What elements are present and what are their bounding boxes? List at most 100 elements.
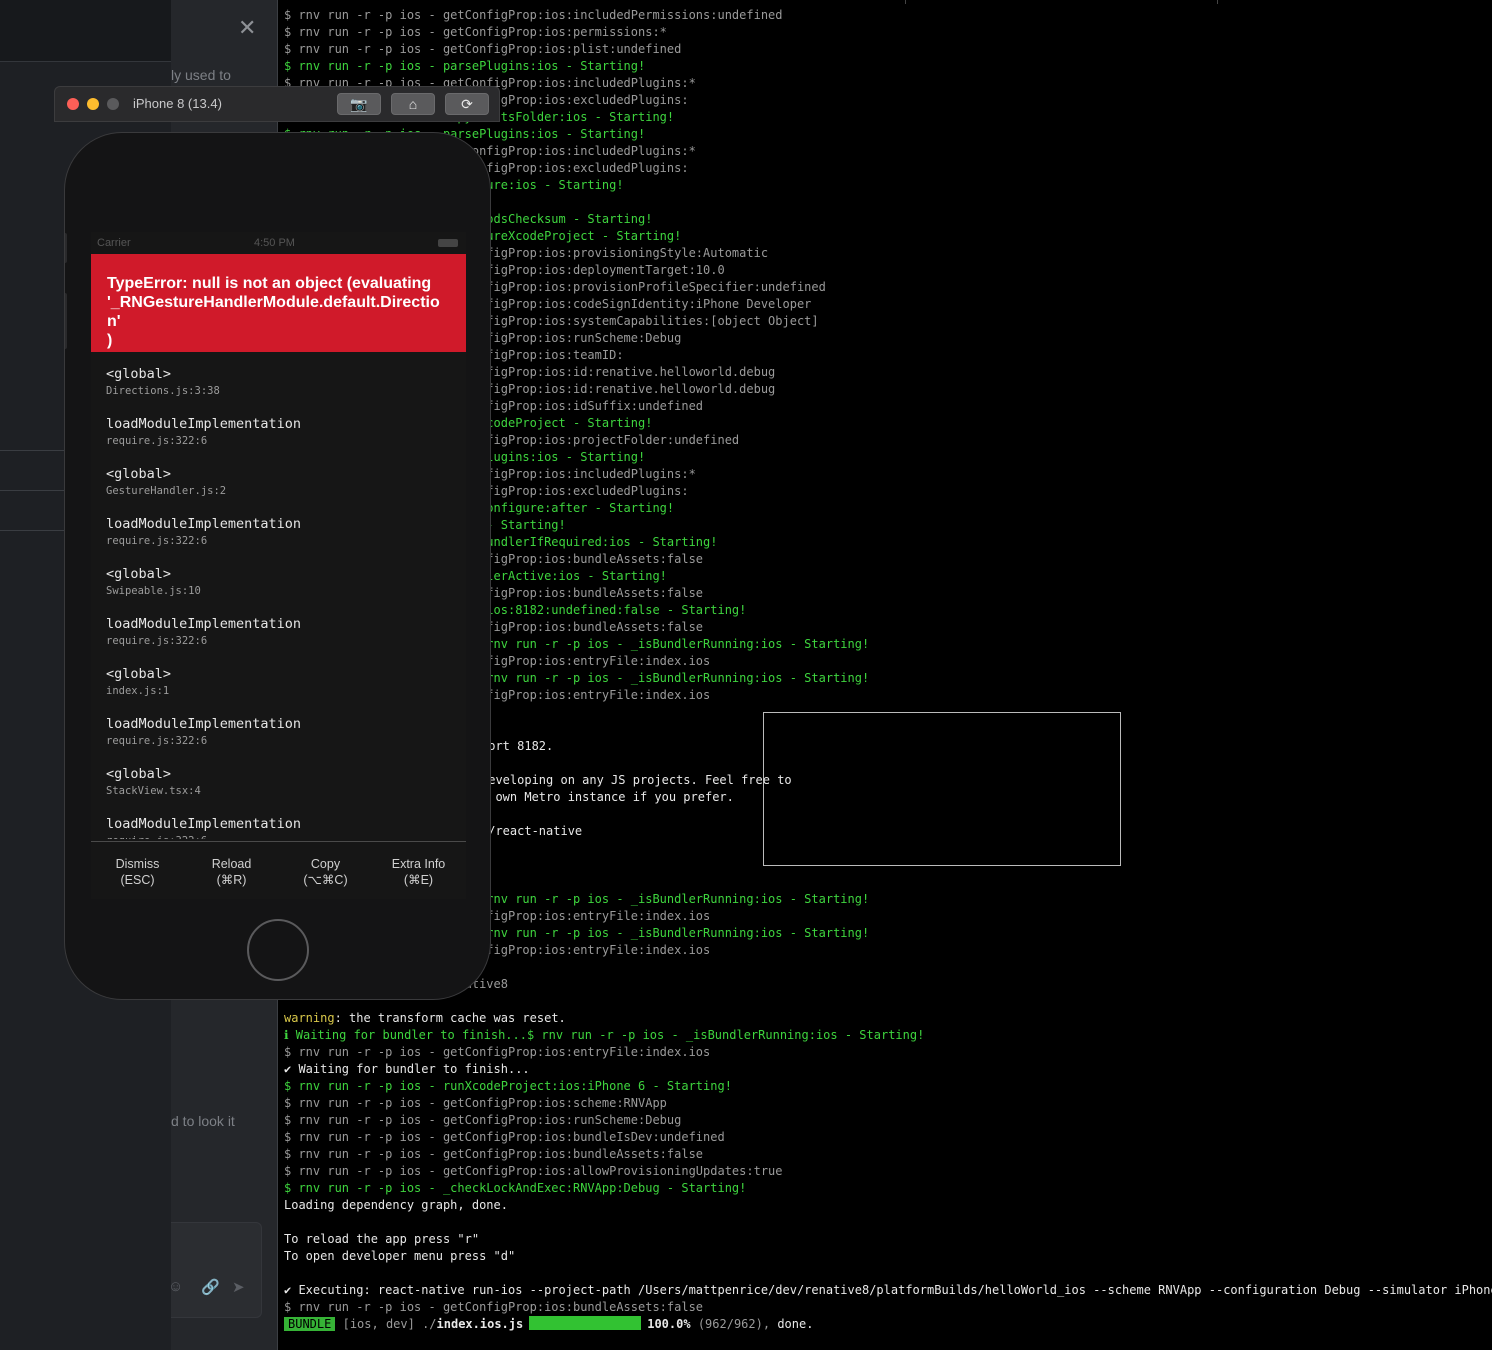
frame-method: <global> <box>106 366 172 382</box>
close-icon[interactable]: ✕ <box>238 16 256 40</box>
warning-prefix: warning <box>284 1011 335 1025</box>
bundle-path-prefix: ./ <box>422 1317 437 1331</box>
frame-file: require.js:322:6 <box>106 535 208 547</box>
stack-frame[interactable]: loadModuleImplementation require.js:322:6 <box>106 416 301 449</box>
terminal-line: port 8182. <box>481 739 554 753</box>
frame-method: loadModuleImplementation <box>106 616 302 632</box>
status-bar: Carrier 4:50 PM <box>91 232 466 254</box>
terminal-line: To open developer menu press "d" <box>284 1249 516 1263</box>
terminal-line: $ rnv run -r -p ios - _checkLockAndExec:… <box>284 1181 747 1195</box>
frame-file: require.js:322:6 <box>106 735 208 747</box>
frame-file: require.js:322:6 <box>106 834 301 839</box>
terminal-line: developing on any JS projects. Feel free… <box>481 773 792 787</box>
stack-frame[interactable]: <global> Swipeable.js:10 <box>106 566 201 599</box>
action-shortcut: (⌘E) <box>403 873 434 887</box>
action-label: Reload <box>211 857 252 871</box>
stack-frame[interactable]: <global> GestureHandler.js:2 <box>106 466 226 499</box>
bundle-file: index.ios.js <box>436 1317 524 1331</box>
frame-method: <global> <box>106 466 172 482</box>
terminal-line: Loading dependency graph, done. <box>284 1198 508 1212</box>
redbox-actions: Dismiss (ESC) Reload (⌘R) Copy (⌥⌘C) Extra … <box>91 841 466 899</box>
stack-frame[interactable]: loadModuleImplementation require.js:322:6 <box>106 716 301 749</box>
bundle-percent: 100.0% <box>647 1317 691 1331</box>
bundle-badge: BUNDLE <box>284 1317 336 1331</box>
screenshot-button[interactable]: 📷 <box>337 93 381 115</box>
iphone-device: Carrier 4:50 PM TypeError: null is not a… <box>64 132 491 1000</box>
stack-frame[interactable]: <global> StackView.tsx:4 <box>106 766 201 799</box>
reload-button[interactable]: Reload (⌘R) <box>185 856 278 888</box>
frame-file: Directions.js:3:38 <box>106 385 220 397</box>
metro-info-box <box>763 712 1121 866</box>
simulator-title: iPhone 8 (13.4) <box>133 96 222 111</box>
stack-frame[interactable]: <global> Directions.js:3:38 <box>106 366 220 399</box>
terminal-line: To reload the app press "r" <box>284 1232 480 1246</box>
device-screen[interactable]: Carrier 4:50 PM TypeError: null is not a… <box>91 232 466 899</box>
stack-frame[interactable]: loadModuleImplementation require.js:322:6 <box>106 516 301 549</box>
copy-button[interactable]: Copy (⌥⌘C) <box>279 856 372 888</box>
bundle-counts: (962/962), <box>697 1317 771 1331</box>
terminal-line: $ rnv run -r -p ios - getConfigProp:ios:… <box>284 1147 704 1161</box>
zoom-window-button[interactable] <box>107 98 119 110</box>
chat-topbar <box>0 0 171 62</box>
bundle-platform: [ios, dev] <box>342 1317 415 1331</box>
dismiss-button[interactable]: Dismiss (ESC) <box>91 856 184 888</box>
action-shortcut: (ESC) <box>120 873 155 887</box>
stack-frame[interactable]: loadModuleImplementation require.js:322:6 <box>106 816 301 839</box>
attachment-icon[interactable]: 🔗 <box>201 1278 220 1296</box>
send-icon[interactable]: ➤ <box>232 1278 245 1296</box>
mute-switch <box>65 233 67 263</box>
close-window-button[interactable] <box>67 98 79 110</box>
terminal-line: $ rnv run -r -p ios - getConfigProp:ios:… <box>284 1045 711 1059</box>
error-line: ) <box>107 332 113 349</box>
terminal-line: $ rnv run -r -p ios - getConfigProp:ios:… <box>284 1164 783 1178</box>
frame-file: Swipeable.js:10 <box>106 585 201 597</box>
frame-method: loadModuleImplementation <box>106 516 302 532</box>
frame-file: GestureHandler.js:2 <box>106 485 227 497</box>
rotate-icon: ⟳ <box>461 96 473 112</box>
terminal-line: ✔ Waiting for bundler to finish... <box>284 1062 530 1076</box>
stack-frame[interactable]: loadModuleImplementation require.js:322:6 <box>106 616 301 649</box>
frame-file: require.js:322:6 <box>106 635 208 647</box>
terminal-line: $ rnv run -r -p ios - getConfigProp:ios:… <box>284 25 667 39</box>
minimize-window-button[interactable] <box>87 98 99 110</box>
camera-icon: 📷 <box>350 96 368 112</box>
stack-frame[interactable]: <global> index.js:1 <box>106 666 171 699</box>
terminal-line: $ rnv run -r -p ios - parsePlugins:ios -… <box>284 59 646 73</box>
terminal-line: $ rnv run -r -p ios - getConfigProp:ios:… <box>284 8 783 22</box>
redbox-error-message: TypeError: null is not an object (evalua… <box>91 254 466 352</box>
terminal-line: ℹ Waiting for bundler to finish...$ rnv … <box>284 1028 925 1042</box>
terminal-tab-separator <box>905 0 906 4</box>
clock-label: 4:50 PM <box>254 237 295 249</box>
stack-trace-list[interactable]: <global> Directions.js:3:38 loadModuleImpl… <box>91 352 466 839</box>
rotate-button[interactable]: ⟳ <box>445 93 489 115</box>
terminal-line: $ rnv run -r -p ios - getConfigProp:ios:… <box>284 1113 682 1127</box>
emoji-icon[interactable]: ☺ <box>168 1278 183 1295</box>
volume-up-button <box>65 293 67 349</box>
action-label: Copy <box>310 857 341 871</box>
terminal-line: $ rnv run -r -p ios - getConfigProp:ios:… <box>284 1130 725 1144</box>
terminal-tab-separator <box>1217 0 1218 4</box>
error-line: TypeError: null is not an object (evalua… <box>107 275 432 292</box>
frame-method: loadModuleImplementation <box>106 816 302 832</box>
frame-method: loadModuleImplementation <box>106 716 302 732</box>
chat-message-snippet: d to look it <box>171 1113 235 1129</box>
message-composer[interactable] <box>171 1222 262 1318</box>
extra-info-button[interactable]: Extra Info (⌘E) <box>372 856 465 888</box>
home-button[interactable]: ⌂ <box>391 93 435 115</box>
frame-method: <global> <box>106 666 172 682</box>
terminal-line: ✔ Executing: react-native run-ios --proj… <box>284 1283 1492 1297</box>
terminal-warning-line: warning: the transform cache was reset. <box>284 1010 566 1027</box>
action-label: Extra Info <box>391 857 446 871</box>
bundle-progress-line: BUNDLE [ios, dev] ./index.ios.js 100.0% (… <box>284 1316 813 1333</box>
frame-method: <global> <box>106 566 172 582</box>
terminal-line: $ rnv run -r -p ios - runXcodeProject:io… <box>284 1079 732 1093</box>
terminal-line: t/react-native <box>481 824 583 838</box>
simulator-titlebar[interactable]: iPhone 8 (13.4) 📷 ⌂ ⟳ <box>54 86 500 122</box>
battery-icon <box>438 239 458 247</box>
action-shortcut: (⌘R) <box>216 873 247 887</box>
terminal-line: $ rnv run -r -p ios - getConfigProp:ios:… <box>284 1300 704 1314</box>
frame-file: index.js:1 <box>106 685 170 697</box>
frame-method: loadModuleImplementation <box>106 416 302 432</box>
warning-text: : the transform cache was reset. <box>334 1011 566 1025</box>
device-home-button[interactable] <box>247 919 309 981</box>
